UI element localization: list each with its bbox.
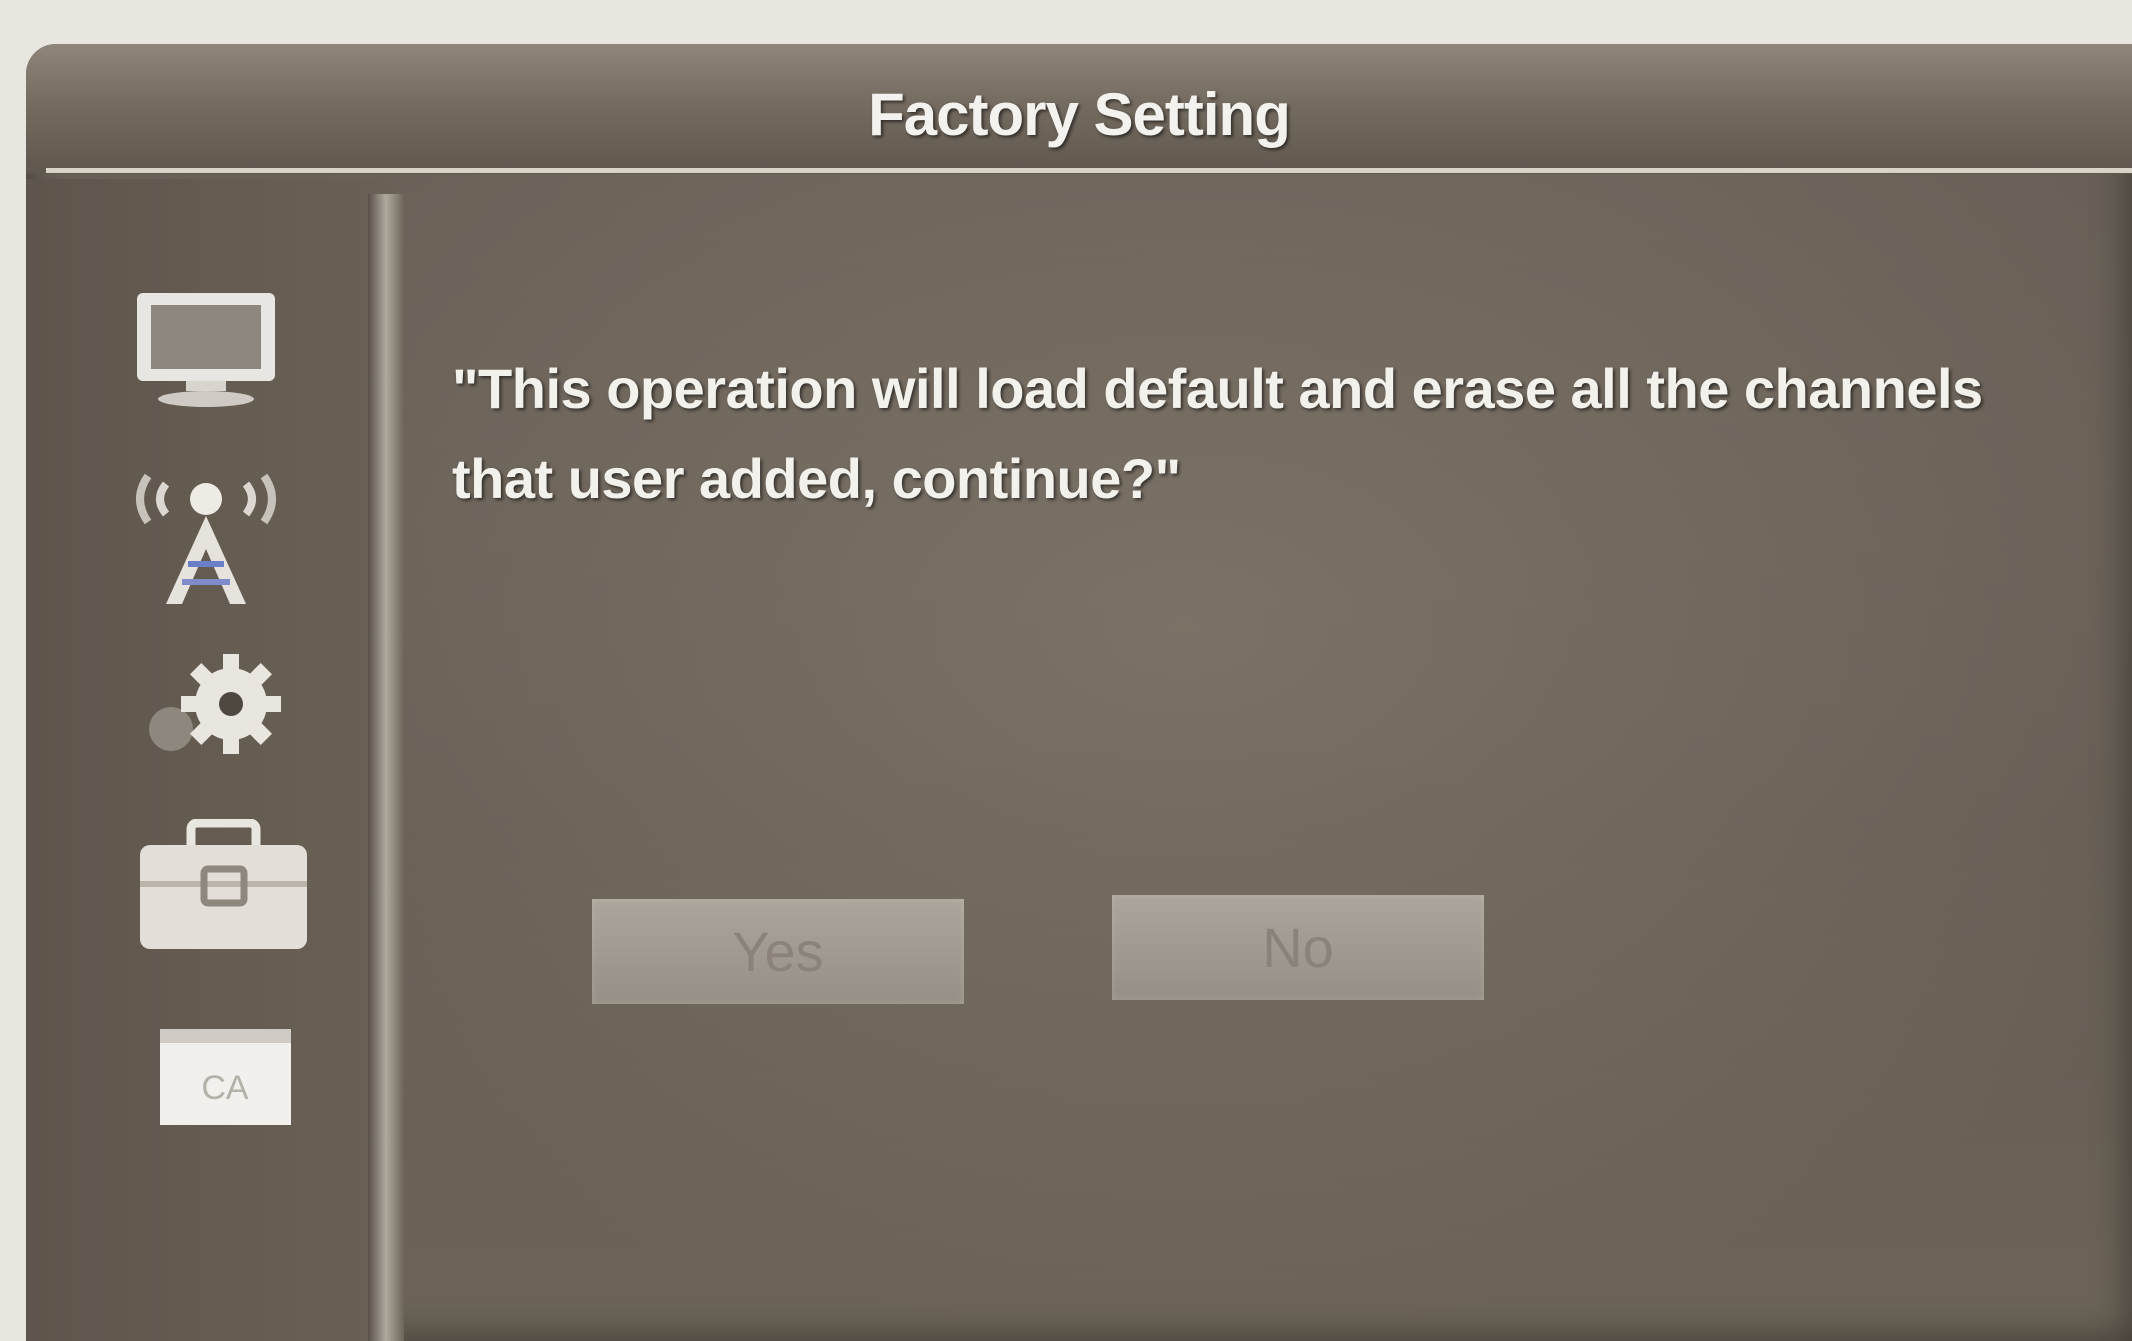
sidebar-item-tools[interactable] bbox=[136, 818, 311, 954]
title-bar: Factory Setting bbox=[26, 44, 2132, 174]
page-title: Factory Setting bbox=[868, 81, 1291, 148]
dialog: "This operation will load default and er… bbox=[426, 179, 2132, 1341]
sidebar-item-channel[interactable] bbox=[126, 454, 286, 614]
title-divider bbox=[46, 168, 2132, 173]
sidebar-item-picture[interactable] bbox=[131, 289, 281, 414]
sidebar-item-ca[interactable]: CA bbox=[158, 1027, 293, 1127]
sidebar-item-setup[interactable] bbox=[141, 649, 291, 769]
yes-button[interactable]: Yes bbox=[592, 899, 964, 1004]
confirm-message: "This operation will load default and er… bbox=[452, 357, 1983, 510]
sidebar-divider bbox=[368, 194, 404, 1341]
tv-icon bbox=[137, 293, 275, 407]
gear-icon bbox=[149, 654, 281, 754]
toolbox-icon bbox=[140, 818, 307, 949]
osd-screen: Factory Setting CA "This operation will … bbox=[26, 44, 2132, 1341]
ca-icon: CA bbox=[160, 1029, 291, 1125]
antenna-icon bbox=[136, 473, 276, 604]
sidebar: CA bbox=[26, 179, 391, 1341]
ca-label: CA bbox=[201, 1069, 249, 1107]
no-button[interactable]: No bbox=[1112, 895, 1484, 1000]
